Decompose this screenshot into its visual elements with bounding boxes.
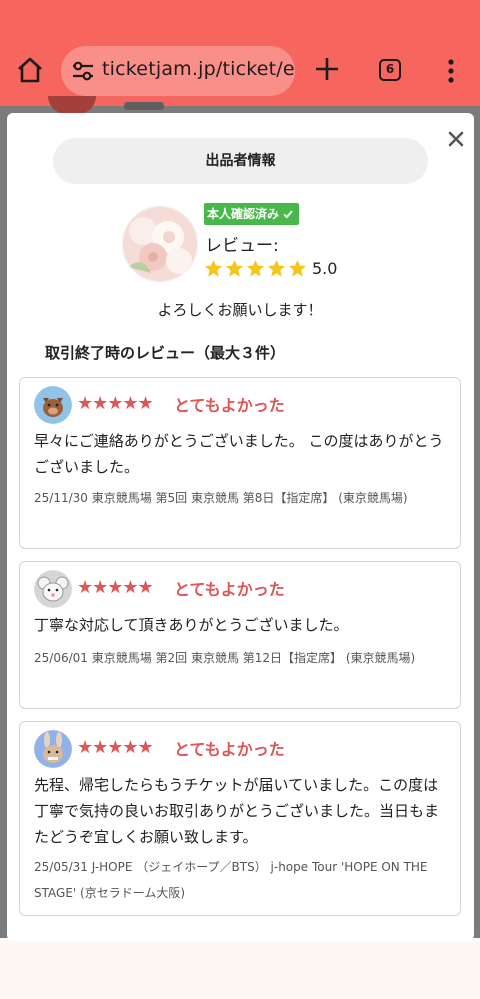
review-event: 25/05/31 J-HOPE （ジェイホープ／BTS） j-hope Tour… [34, 860, 428, 900]
check-icon [283, 210, 293, 219]
review-title: とてもよかった [174, 396, 285, 415]
browser-toolbar: ticketjam.jp/ticket/ev 6 [0, 0, 480, 106]
review-event: 25/11/30 東京競馬場 第5回 東京競馬 第8日【指定席】 (東京競馬場) [34, 491, 408, 505]
star-icon [204, 259, 223, 277]
address-bar[interactable]: ticketjam.jp/ticket/ev [61, 46, 295, 96]
url-text[interactable]: ticketjam.jp/ticket/ev [102, 58, 295, 80]
reviews-section-title: 取引終了時のレビュー（最大３件） [45, 344, 286, 362]
star-icon [246, 259, 265, 277]
page-bottom [0, 938, 480, 999]
boar-icon [34, 386, 72, 424]
review-body: 先程、帰宅したらもうチケットが届いていました。この度は丁寧で気持の良いお取引あり… [34, 776, 440, 846]
background-text [124, 102, 164, 110]
review-stars: ★★★★★ [77, 393, 154, 414]
review-title: とてもよかった [174, 740, 285, 759]
tab-count: 6 [385, 62, 395, 76]
flower-bouquet-image [123, 207, 197, 281]
tune-icon[interactable] [72, 61, 94, 81]
review-stars: ★★★★★ [77, 737, 154, 758]
review-body: 丁寧な対応して頂きありがとうございました。 [34, 616, 349, 634]
review-label: レビュー: [205, 236, 279, 256]
seller-info-header[interactable]: 出品者情報 [53, 138, 428, 184]
review-event: 25/06/01 東京競馬場 第2回 東京競馬 第12日【指定席】 (東京競馬場… [34, 651, 416, 665]
review-body: 早々にご連絡ありがとうございました。 この度はありがとうございました。 [34, 432, 444, 476]
rating-value: 5.0 [312, 259, 338, 278]
mouse-icon [34, 570, 72, 608]
review-stars: ★★★★★ [77, 577, 154, 598]
verified-badge: 本人確認済み [204, 203, 300, 225]
verified-label: 本人確認済み [207, 207, 280, 221]
review-title: とてもよかった [174, 580, 285, 599]
new-tab-icon[interactable] [314, 56, 340, 82]
menu-icon[interactable] [444, 58, 458, 84]
star-icon [225, 259, 244, 277]
seller-avatar [122, 206, 198, 282]
tab-switcher-icon[interactable]: 6 [379, 59, 401, 81]
seller-greeting: よろしくお願いします！ [157, 301, 323, 319]
star-icon [288, 259, 307, 277]
seller-rating: 5.0 [204, 259, 337, 278]
home-icon[interactable] [15, 55, 45, 85]
star-icon [267, 259, 286, 277]
review-card: ★★★★★ とてもよかった 早々にご連絡ありがとうございました。 この度はありが… [19, 377, 461, 549]
review-card: ★★★★★ とてもよかった 丁寧な対応して頂きありがとうございました。 25/0… [19, 561, 461, 709]
close-icon[interactable] [443, 126, 469, 152]
review-card: ★★★★★ とてもよかった 先程、帰宅したらもうチケットが届いていました。この度… [19, 721, 461, 916]
rabbit-icon [34, 730, 72, 768]
